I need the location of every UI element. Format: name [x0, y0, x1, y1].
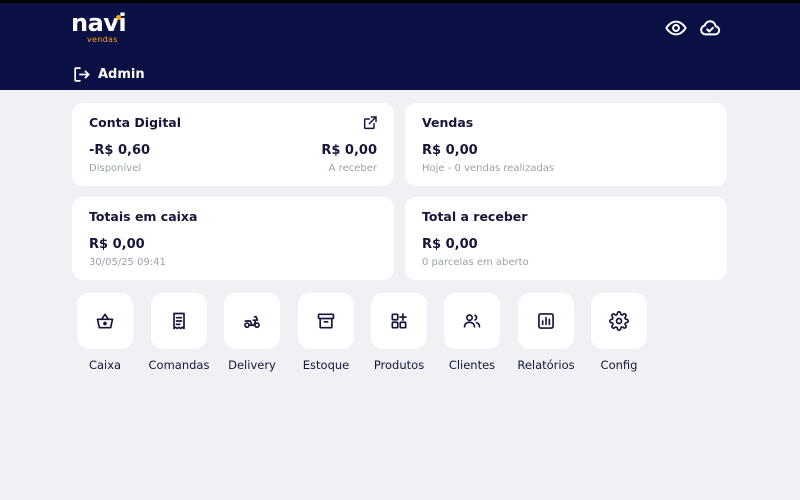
- receivable-amount: R$ 0,00: [321, 143, 377, 158]
- shortcut-clientes[interactable]: Clientes: [440, 293, 504, 372]
- top-header: navi vendas Admin: [0, 0, 800, 90]
- shortcut-tile[interactable]: [151, 293, 207, 349]
- receivable-label: A receber: [328, 163, 377, 174]
- total-receber-card[interactable]: Total a receber R$ 0,00 0 parcelas em ab…: [405, 197, 727, 280]
- logo-dot: [116, 15, 121, 20]
- shortcut-comandas[interactable]: Comandas: [147, 293, 211, 372]
- installments-detail: 0 parcelas em aberto: [422, 257, 529, 268]
- navi-logo: navi vendas: [71, 9, 131, 47]
- sales-amount: R$ 0,00: [422, 143, 478, 158]
- available-label: Disponível: [89, 163, 142, 174]
- shortcut-tile[interactable]: [518, 293, 574, 349]
- card-title: Vendas: [422, 115, 474, 130]
- external-link-icon[interactable]: [362, 115, 378, 131]
- logout-icon: [74, 66, 90, 82]
- vendas-card[interactable]: Vendas R$ 0,00 Hoje - 0 vendas realizada…: [405, 103, 727, 186]
- shortcut-delivery[interactable]: Delivery: [220, 293, 284, 372]
- logo-tagline: vendas: [87, 35, 118, 44]
- shortcut-label: Delivery: [228, 358, 276, 372]
- logo-wordmark: navi: [71, 9, 127, 37]
- basket-icon: [96, 313, 114, 329]
- cloud-check-icon[interactable]: [699, 17, 721, 39]
- shortcut-label: Estoque: [302, 358, 350, 372]
- shortcut-tile[interactable]: [444, 293, 500, 349]
- conta-digital-card: Conta Digital -R$ 0,60 Disponível R$ 0,0…: [72, 103, 394, 186]
- cash-timestamp: 30/05/25 09:41: [89, 257, 166, 268]
- cash-total: R$ 0,00: [89, 237, 145, 252]
- card-title: Total a receber: [422, 209, 528, 224]
- shortcut-relatorios[interactable]: Relatórios: [514, 293, 578, 372]
- shortcut-tile[interactable]: [371, 293, 427, 349]
- shortcut-tile[interactable]: [224, 293, 280, 349]
- shortcut-label: Caixa: [88, 358, 122, 372]
- shortcut-label: Config: [600, 358, 638, 372]
- shortcut-label: Clientes: [448, 358, 496, 372]
- shortcut-tile[interactable]: [298, 293, 354, 349]
- shortcut-caixa[interactable]: Caixa: [73, 293, 137, 372]
- archive-box-icon: [317, 313, 335, 329]
- shortcut-tile[interactable]: [591, 293, 647, 349]
- scooter-icon: [244, 316, 260, 329]
- users-icon: [463, 314, 481, 328]
- available-balance: -R$ 0,60: [89, 143, 151, 158]
- gear-icon: [609, 311, 629, 331]
- shortcut-label: Produtos: [373, 358, 425, 372]
- card-title: Totais em caixa: [89, 209, 198, 224]
- totais-caixa-card[interactable]: Totais em caixa R$ 0,00 30/05/25 09:41: [72, 197, 394, 280]
- shortcut-tile[interactable]: [77, 293, 133, 349]
- shortcut-label: Relatórios: [517, 358, 575, 372]
- logout-admin-button[interactable]: Admin: [72, 63, 145, 85]
- card-title: Conta Digital: [89, 115, 182, 130]
- grid-plus-icon: [391, 313, 407, 329]
- shortcut-produtos[interactable]: Produtos: [367, 293, 431, 372]
- receipt-icon: [173, 312, 185, 330]
- shortcut-config[interactable]: Config: [587, 293, 651, 372]
- bar-chart-icon: [538, 313, 554, 329]
- receivable-total: R$ 0,00: [422, 237, 478, 252]
- shortcut-label: Comandas: [148, 358, 210, 372]
- eye-icon[interactable]: [665, 17, 687, 39]
- sales-detail: Hoje - 0 vendas realizadas: [422, 163, 555, 174]
- shortcut-estoque[interactable]: Estoque: [294, 293, 358, 372]
- admin-label: Admin: [98, 66, 145, 82]
